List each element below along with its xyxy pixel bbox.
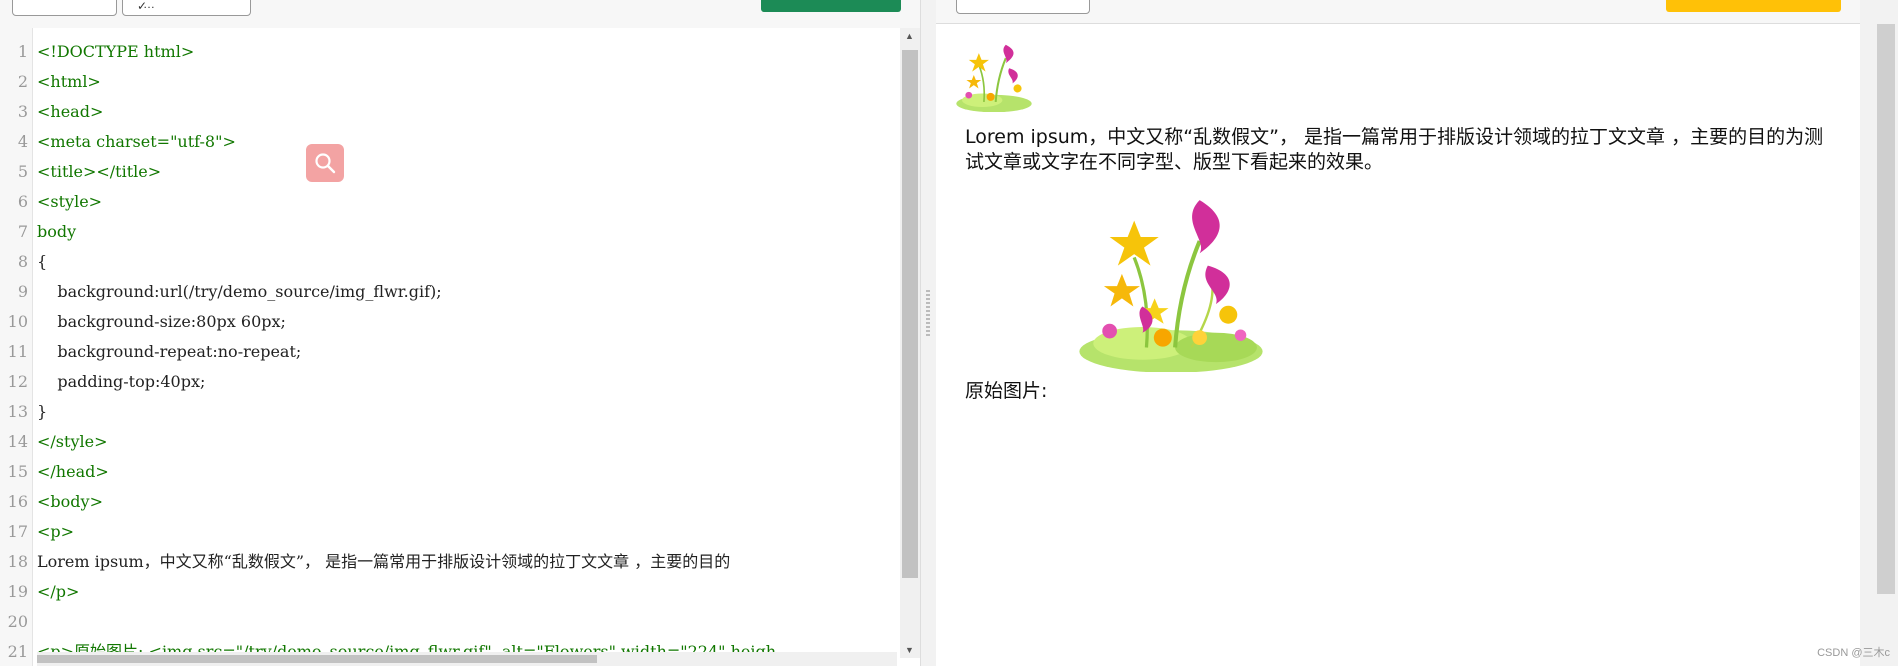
code-line[interactable]: 12 padding-top:40px; [0, 367, 900, 397]
code-line[interactable]: 11 background-repeat:no-repeat; [0, 337, 900, 367]
code-line[interactable]: 10 background-size:80px 60px; [0, 307, 900, 337]
line-number: 12 [7, 372, 28, 391]
code-text: { [37, 252, 48, 271]
code-text: <p> [37, 522, 75, 541]
line-number: 21 [7, 642, 28, 661]
flower-background-image [956, 44, 1032, 112]
code-text: background-size:80px 60px; [37, 312, 286, 331]
code-line[interactable]: 4 <meta charset="utf-8"> [0, 127, 900, 157]
scroll-down-icon[interactable]: ▼ [905, 645, 914, 655]
code-line[interactable]: 1 <!DOCTYPE html> [0, 37, 900, 67]
toolbar-button[interactable] [12, 0, 117, 16]
line-number: 20 [7, 612, 28, 631]
code-line[interactable]: 15 </head> [0, 457, 900, 487]
line-number: 17 [7, 522, 28, 541]
code-text: <!DOCTYPE html> [37, 42, 195, 61]
code-text: padding-top:40px; [37, 372, 206, 391]
code-line[interactable]: 8{ [0, 247, 900, 277]
code-text: <html> [37, 72, 101, 91]
window-vertical-scrollbar[interactable] [1860, 0, 1898, 666]
code-line[interactable]: 9 background:url(/try/demo_source/img_fl… [0, 277, 900, 307]
editor-toolbar: ✓… [0, 0, 920, 29]
code-line[interactable]: 6 <style> [0, 187, 900, 217]
scroll-thumb[interactable] [1877, 24, 1895, 594]
code-text: } [37, 402, 48, 421]
line-number: 14 [7, 432, 28, 451]
code-line[interactable]: 14 </style> [0, 427, 900, 457]
code-editor[interactable]: 1 <!DOCTYPE html> 2 <html> 3 <head> 4 <meta cha… [0, 28, 920, 666]
run-button[interactable] [761, 0, 901, 12]
search-icon [315, 153, 336, 174]
code-line[interactable]: 5 <title></title> [0, 157, 900, 187]
code-line[interactable]: 17 <p> [0, 517, 900, 547]
code-text: </head> [37, 462, 109, 481]
code-lines: 1 <!DOCTYPE html> 2 <html> 3 <head> 4 <meta cha… [0, 37, 900, 666]
line-number: 18 [7, 552, 28, 571]
lorem-paragraph: Lorem ipsum，中文又称“乱数假文”， 是指一篇常用于排版设计领域的拉丁… [965, 126, 1824, 173]
floating-search-button[interactable] [306, 144, 344, 182]
code-line[interactable]: 20 [0, 607, 900, 637]
line-number: 3 [17, 102, 28, 121]
line-number: 15 [7, 462, 28, 481]
code-text: <style> [37, 192, 103, 211]
line-number: 8 [17, 252, 28, 271]
preview-button[interactable] [956, 0, 1090, 14]
code-line[interactable]: 3 <head> [0, 97, 900, 127]
code-text: </style> [37, 432, 108, 451]
result-button[interactable] [1666, 0, 1841, 12]
toolbar-menu-button[interactable]: ✓… [122, 0, 251, 16]
line-number: 2 [17, 72, 28, 91]
line-number: 13 [7, 402, 28, 421]
preview-pane: Lorem ipsum，中文又称“乱数假文”， 是指一篇常用于排版设计领域的拉丁… [936, 24, 1860, 666]
scroll-up-icon[interactable]: ▲ [905, 31, 914, 41]
code-text: <head> [37, 102, 104, 121]
preview-toolbar [936, 0, 1860, 24]
chevron-down-icon: ✓ [137, 0, 148, 13]
scroll-thumb[interactable] [902, 50, 918, 578]
line-number: 11 [7, 342, 28, 361]
code-text: <body> [37, 492, 103, 511]
code-line[interactable]: 2 <html> [0, 67, 900, 97]
line-number: 7 [17, 222, 28, 241]
code-text: <meta charset="utf-8"> [37, 132, 236, 151]
code-text: <title></title> [37, 162, 162, 181]
code-line[interactable]: 19 </p> [0, 577, 900, 607]
code-text: body [37, 222, 77, 241]
drag-handle[interactable] [926, 290, 930, 336]
original-image-label: 原始图片: [965, 380, 1048, 402]
code-line[interactable]: 18 Lorem ipsum，中文又称“乱数假文”， 是指一篇常用于排版设计领域的… [0, 547, 900, 577]
line-number: 6 [17, 192, 28, 211]
code-line[interactable]: 13} [0, 397, 900, 427]
editor-horizontal-scrollbar[interactable] [37, 652, 897, 666]
scroll-thumb[interactable] [37, 655, 597, 663]
code-line[interactable]: 7 body [0, 217, 900, 247]
pane-splitter[interactable] [920, 0, 936, 666]
editor-vertical-scrollbar[interactable]: ▲ ▼ [900, 28, 920, 658]
code-text: background-repeat:no-repeat; [37, 342, 302, 361]
line-number: 5 [17, 162, 28, 181]
line-number: 16 [7, 492, 28, 511]
watermark: CSDN @三木c [1817, 647, 1890, 659]
line-number: 19 [7, 582, 28, 601]
code-text: </p> [37, 582, 80, 601]
line-number: 10 [7, 312, 28, 331]
flower-image [1079, 200, 1263, 372]
line-number: 4 [17, 132, 28, 151]
code-text: background:url(/try/demo_source/img_flwr… [37, 282, 442, 301]
line-number: 1 [17, 42, 28, 61]
line-number: 9 [17, 282, 28, 301]
code-text: Lorem ipsum，中文又称“乱数假文”， 是指一篇常用于排版设计领域的拉丁… [37, 552, 731, 571]
code-line[interactable]: 16 <body> [0, 487, 900, 517]
